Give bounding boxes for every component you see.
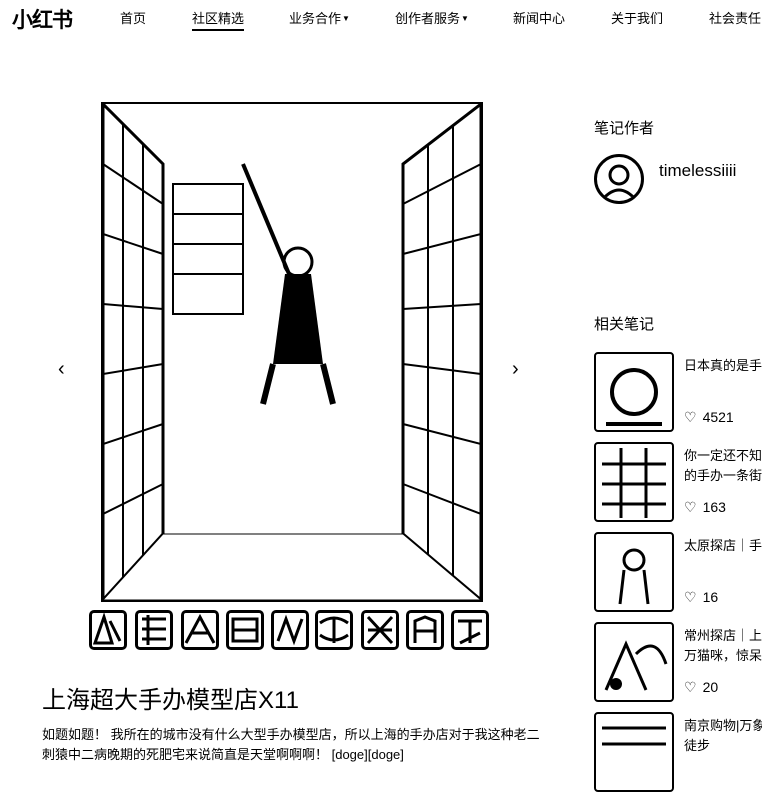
related-note-thumbnail xyxy=(594,352,674,432)
related-note-thumbnail xyxy=(594,622,674,702)
nav-home[interactable]: 首页 xyxy=(120,8,146,27)
logo[interactable]: 小红书 xyxy=(12,4,73,34)
related-note-card[interactable]: 日本真的是手 ♡ 4521 xyxy=(594,352,762,436)
nav-responsibility-label: 社会责任 xyxy=(709,11,762,26)
related-note-card[interactable]: 你一定还不知 的手办一条街 ♡ 163 xyxy=(594,442,762,526)
related-note-card[interactable]: 常州探店｜上 万猫咪，惊呆 ♡ 20 xyxy=(594,622,762,706)
nav-business-label: 业务合作 xyxy=(289,11,342,26)
thumbnail[interactable] xyxy=(226,610,264,650)
related-note-title: 南京购物|万象 徒步 xyxy=(684,718,762,753)
caret-down-icon: ▼ xyxy=(461,14,469,23)
nav-about[interactable]: 关于我们 xyxy=(611,8,663,27)
nav-creator-label: 创作者服务 xyxy=(395,11,461,26)
related-section-label: 相关笔记 xyxy=(594,316,655,333)
avatar[interactable] xyxy=(594,154,644,204)
related-note-thumbnail xyxy=(594,712,674,792)
note-title: 上海超大手办模型店X11 xyxy=(42,687,299,714)
nav-community-label: 社区精选 xyxy=(192,11,245,26)
thumbnail[interactable] xyxy=(89,610,127,650)
avatar-image xyxy=(601,164,637,201)
related-note-like-count: 163 xyxy=(702,499,726,515)
nav-news-label: 新闻中心 xyxy=(513,11,566,26)
related-note-title: 常州探店｜上 万猫咪，惊呆 xyxy=(684,628,762,663)
related-note-title: 日本真的是手 xyxy=(684,358,762,373)
nav-home-label: 首页 xyxy=(120,11,147,26)
related-note-likes: ♡ 20 xyxy=(684,679,718,696)
related-note-card[interactable]: 南京购物|万象 徒步 xyxy=(594,712,762,796)
nav-creator[interactable]: 创作者服务▼ xyxy=(395,8,469,27)
nav-community[interactable]: 社区精选 xyxy=(192,8,245,31)
chevron-left-icon[interactable]: ‹ xyxy=(58,358,65,381)
caret-down-icon: ▼ xyxy=(342,14,350,23)
related-note-like-count: 4521 xyxy=(702,409,734,425)
thumbnail[interactable] xyxy=(181,610,219,650)
note-description: 如题如题！ 我所在的城市没有什么大型手办模型店，所以上海的手办店对于我这种老二刺… xyxy=(42,727,540,762)
nav-news[interactable]: 新闻中心 xyxy=(513,8,565,27)
related-note-title: 太原探店｜手 xyxy=(684,538,762,553)
related-note-thumbnail xyxy=(594,442,674,522)
thumbnail[interactable] xyxy=(451,610,489,650)
related-note-like-count: 16 xyxy=(702,589,719,605)
store-aisle-photo xyxy=(103,104,481,600)
thumbnail[interactable] xyxy=(271,610,309,650)
nav-about-label: 关于我们 xyxy=(611,11,664,26)
chevron-right-icon[interactable]: › xyxy=(512,358,519,381)
author-section-label: 笔记作者 xyxy=(594,120,655,137)
nav-responsibility[interactable]: 社会责任 xyxy=(709,8,761,27)
heart-icon[interactable]: ♡ xyxy=(684,499,697,516)
related-note-likes: ♡ 163 xyxy=(684,499,726,516)
related-note-title: 你一定还不知 的手办一条街 xyxy=(684,448,762,483)
thumbnail[interactable] xyxy=(135,610,173,650)
image-thumbnail-strip xyxy=(89,610,489,652)
nav-business[interactable]: 业务合作▼ xyxy=(289,8,350,27)
top-nav: 小红书 首页 社区精选 业务合作▼ 创作者服务▼ 新闻中心 关于我们 社会责任 xyxy=(0,0,762,34)
thumbnail[interactable] xyxy=(315,610,353,650)
related-note-like-count: 20 xyxy=(702,679,719,695)
heart-icon[interactable]: ♡ xyxy=(684,409,697,426)
related-note-card[interactable]: 太原探店｜手 ♡ 16 xyxy=(594,532,762,616)
author-name[interactable]: timelessiiii xyxy=(659,161,736,181)
thumbnail[interactable] xyxy=(406,610,444,650)
note-main-image[interactable] xyxy=(101,102,483,602)
heart-icon[interactable]: ♡ xyxy=(684,679,697,696)
related-note-likes: ♡ 16 xyxy=(684,589,718,606)
heart-icon[interactable]: ♡ xyxy=(684,589,697,606)
related-note-likes: ♡ 4521 xyxy=(684,409,734,426)
related-note-thumbnail xyxy=(594,532,674,612)
thumbnail[interactable] xyxy=(361,610,399,650)
